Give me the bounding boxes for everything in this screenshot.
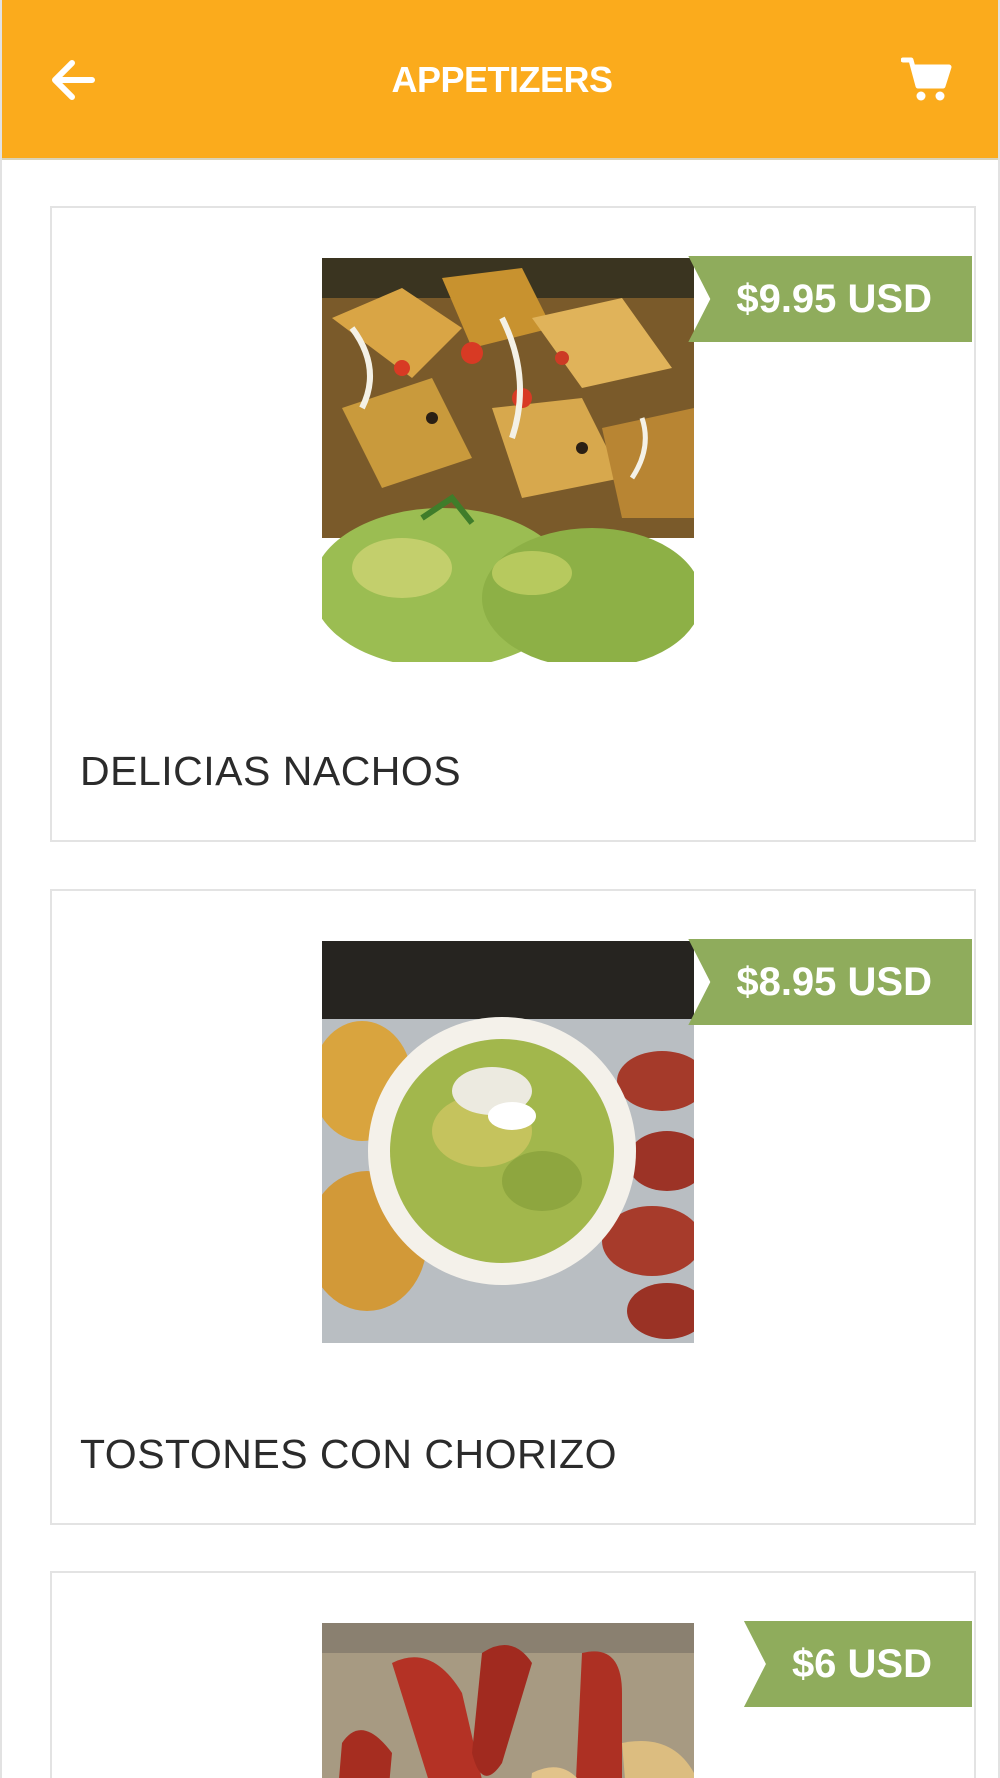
item-name: DELICIAS NACHOS [80, 748, 462, 794]
menu-item-card[interactable]: $6 USD [50, 1571, 976, 1778]
menu-item-card[interactable]: $8.95 USD TOSTONES CON CHORIZO [50, 889, 976, 1525]
page-title: APPETIZERS [391, 59, 613, 100]
price-tag: $6 USD [743, 1621, 972, 1707]
price-tag: $9.95 USD [688, 256, 972, 342]
app-bar: APPETIZERS [2, 0, 998, 160]
price-tag: $8.95 USD [688, 939, 972, 1025]
cart-button[interactable] [894, 50, 960, 110]
item-name: TOSTONES CON CHORIZO [80, 1431, 617, 1477]
food-photo [322, 941, 694, 1357]
food-photo [322, 258, 694, 674]
shopping-cart-icon [901, 57, 952, 101]
app-screen: APPETIZERS $9.95 USD DELICIAS NACHOS $8.… [0, 0, 1000, 1778]
menu-item-card[interactable]: $9.95 USD DELICIAS NACHOS [50, 206, 976, 842]
food-photo [322, 1623, 694, 1778]
